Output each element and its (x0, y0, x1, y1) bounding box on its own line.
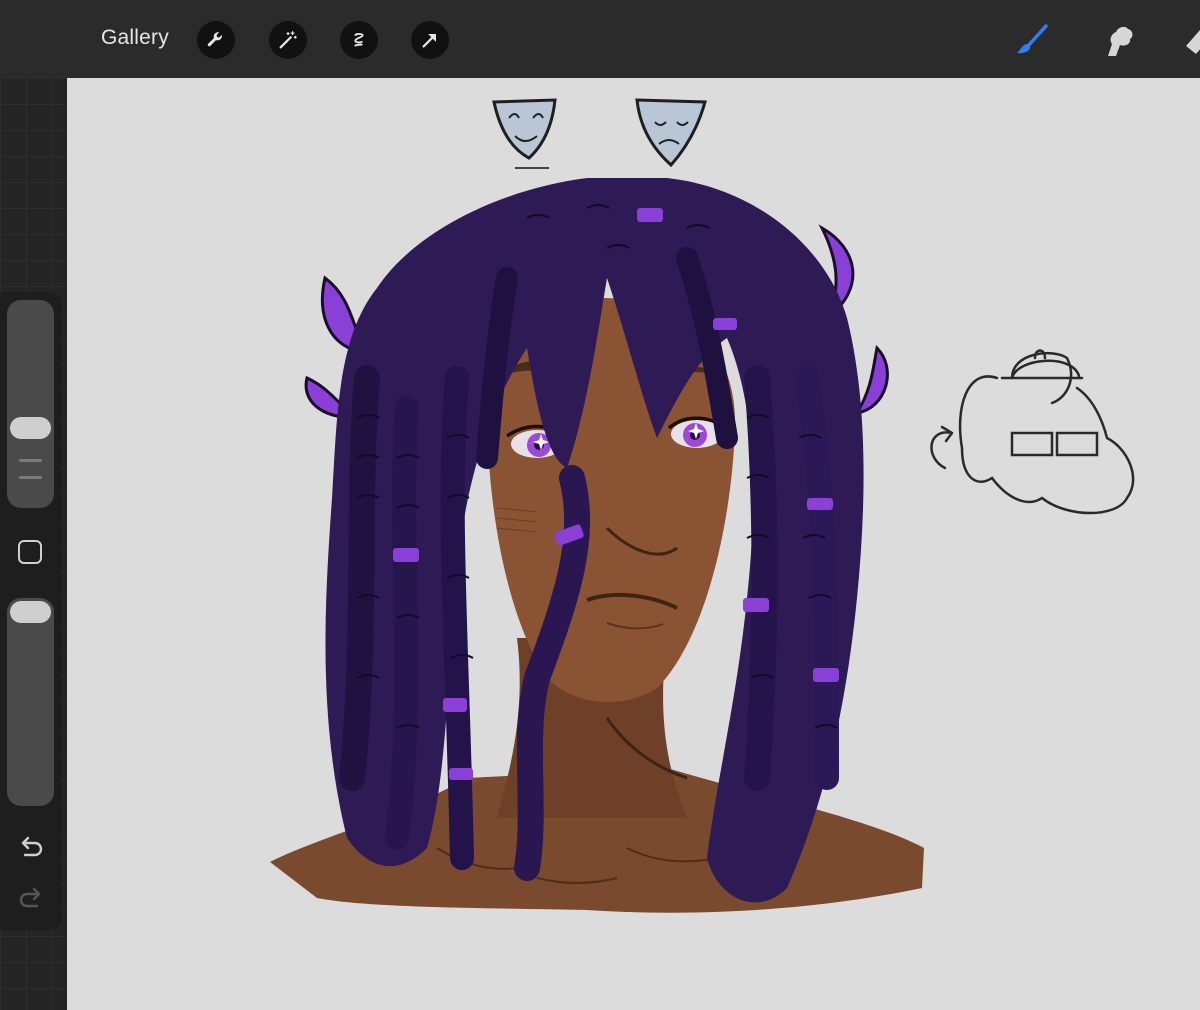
sidebar (0, 292, 62, 930)
brush-icon (1017, 24, 1048, 54)
artwork (270, 98, 1135, 913)
eraser-icon (1186, 30, 1200, 54)
brush-size-slider[interactable] (7, 300, 54, 508)
undo-button[interactable] (15, 832, 47, 864)
smudge-tool-button[interactable] (1098, 20, 1138, 60)
transform-button[interactable] (411, 21, 449, 59)
brush-tool-button[interactable] (1012, 20, 1052, 60)
redo-button[interactable] (15, 883, 47, 915)
selection-icon (354, 33, 364, 47)
slider-grip (19, 459, 42, 462)
drawing-canvas[interactable] (67, 78, 1200, 1010)
selection-button[interactable] (340, 21, 378, 59)
opacity-slider[interactable] (7, 598, 54, 806)
eraser-tool-button[interactable] (1180, 20, 1200, 60)
mask-doodles (492, 98, 707, 169)
modify-button[interactable] (18, 540, 42, 564)
opacity-handle[interactable] (10, 601, 51, 623)
magic-wand-icon (279, 31, 297, 49)
gallery-button[interactable]: Gallery (101, 26, 169, 50)
brush-size-handle[interactable] (10, 417, 51, 439)
undo-icon (21, 836, 43, 857)
top-toolbar: Gallery (0, 0, 1200, 78)
slider-grip (19, 476, 42, 479)
redo-icon (19, 887, 41, 908)
ghost-doodle (930, 349, 1135, 515)
actions-button[interactable] (197, 21, 235, 59)
smudge-icon (1108, 26, 1133, 56)
transform-arrow-icon (422, 34, 436, 48)
adjustments-button[interactable] (269, 21, 307, 59)
wrench-icon (207, 32, 222, 47)
